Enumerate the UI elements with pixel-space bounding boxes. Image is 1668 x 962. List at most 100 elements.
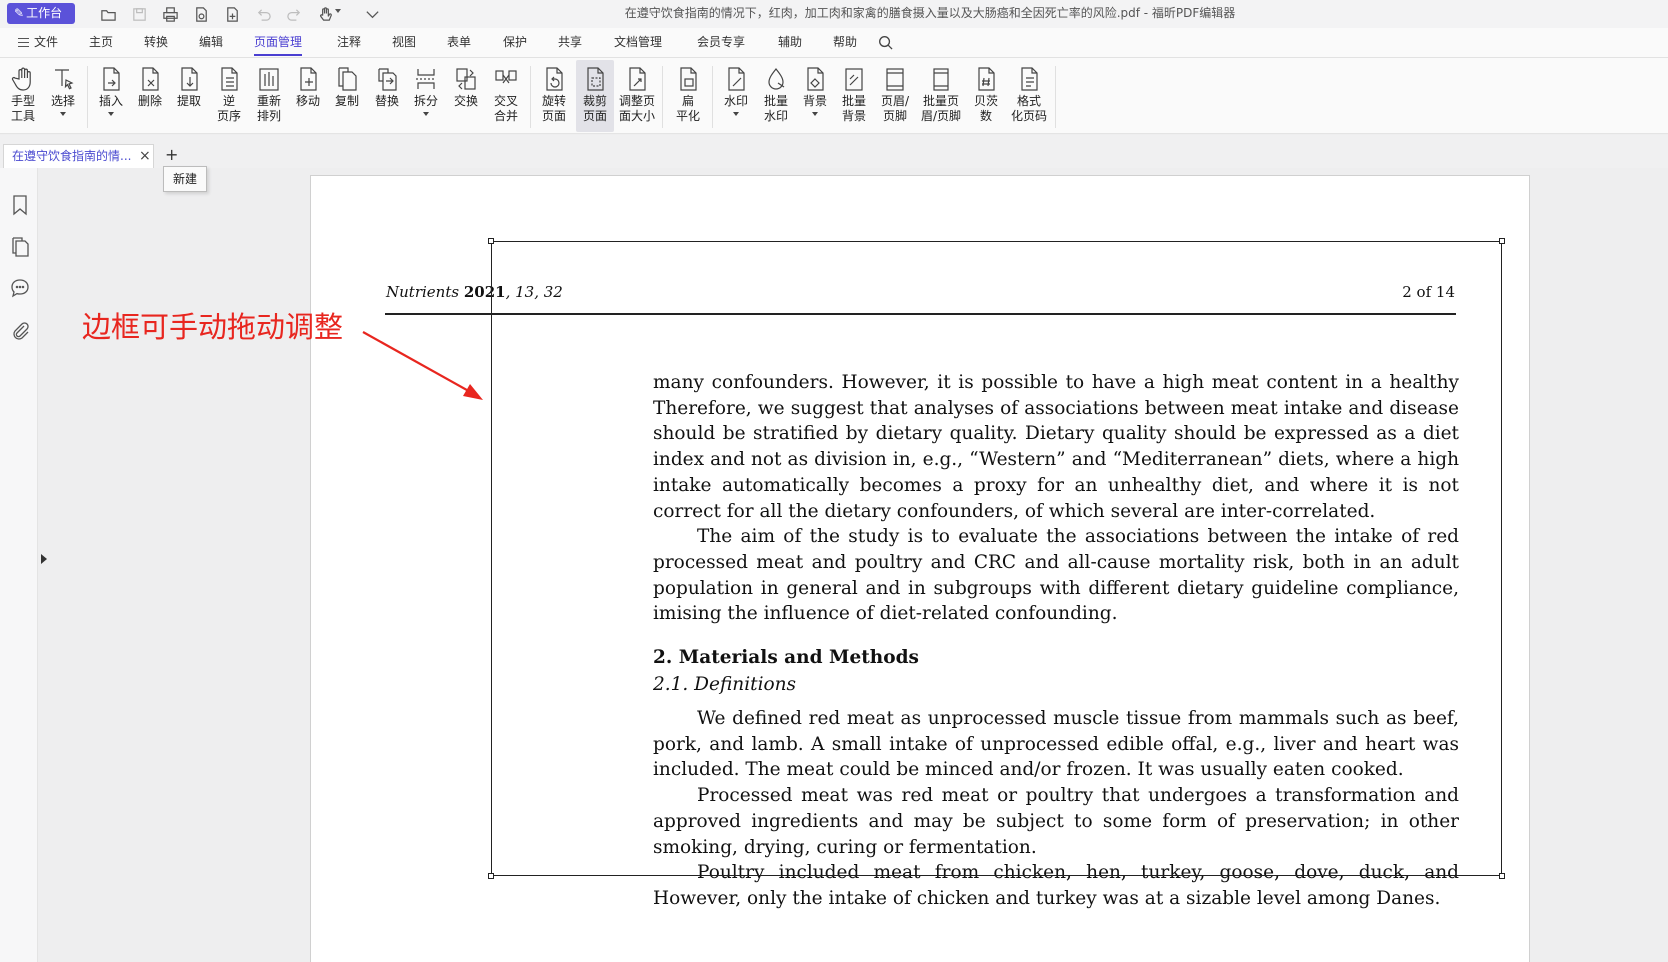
rotate-page-icon [546, 67, 563, 91]
replace-page-label: 替换 [374, 94, 399, 108]
select-tool-label: 选择 [50, 94, 75, 108]
background-icon [807, 67, 824, 91]
cross-merge-icon [495, 70, 517, 84]
menu-edit[interactable]: 编辑 [199, 28, 223, 57]
search-icon[interactable] [878, 35, 893, 50]
hand-tool-button[interactable]: 手型 工具 [6, 60, 40, 132]
new-tab-icon[interactable]: + [165, 147, 178, 163]
undo-icon[interactable] [254, 5, 272, 23]
expand-panel-icon[interactable] [41, 554, 47, 564]
ribbon-separator [662, 66, 663, 128]
cross-merge-button[interactable]: 交叉 合并 [489, 60, 523, 132]
crop-box[interactable] [488, 238, 1505, 879]
menu-form[interactable]: 表单 [447, 28, 471, 57]
crop-handle-bottom-right[interactable] [1499, 873, 1505, 879]
page-view-icon[interactable] [192, 5, 210, 23]
delete-page-icon [142, 67, 159, 91]
open-folder-icon[interactable] [99, 5, 117, 23]
resize-page-button[interactable]: 调整页 面大小 [617, 60, 657, 132]
print-icon[interactable] [161, 5, 179, 23]
insert-page-icon [103, 67, 120, 91]
batch-watermark-button[interactable]: 批量 水印 [758, 60, 794, 132]
crop-page-icon [587, 67, 604, 91]
menu-home[interactable]: 主页 [89, 28, 113, 57]
new-tab-tooltip: 新建 [163, 166, 207, 192]
menu-document-management[interactable]: 文档管理 [614, 28, 662, 57]
close-tab-icon[interactable]: × [139, 149, 151, 163]
select-text-icon [55, 69, 74, 90]
rearrange-label: 重新 排列 [256, 94, 281, 123]
customize-dropdown-icon[interactable] [363, 5, 381, 23]
hand-dropdown-icon[interactable] [316, 5, 334, 23]
format-page-number-button[interactable]: 格式 化页码 [1008, 60, 1050, 132]
replace-page-button[interactable]: 替换 [371, 60, 403, 132]
save-icon[interactable] [130, 5, 148, 23]
batch-watermark-icon [768, 68, 785, 90]
document-tab[interactable]: 在遵守饮食指南的情... [3, 144, 154, 168]
background-caret-icon [812, 112, 818, 116]
extract-page-button[interactable]: 提取 [173, 60, 205, 132]
insert-caret-icon [108, 112, 114, 116]
hand-caret-icon[interactable] [335, 9, 341, 13]
batch-background-button[interactable]: 批量 背景 [837, 60, 871, 132]
crop-handle-top-right[interactable] [1499, 238, 1505, 244]
split-label: 拆分 [413, 94, 438, 108]
menu-annotate[interactable]: 注释 [337, 28, 361, 57]
resize-page-label: 调整页 面大小 [618, 94, 655, 123]
rotate-page-label: 旋转 页面 [541, 94, 566, 123]
new-file-icon[interactable] [223, 5, 241, 23]
move-page-label: 移动 [295, 94, 320, 108]
ribbon-separator [712, 66, 713, 128]
move-page-button[interactable]: 移动 [292, 60, 324, 132]
menu-view[interactable]: 视图 [392, 28, 416, 57]
menu-convert[interactable]: 转换 [144, 28, 168, 57]
attachment-icon[interactable] [10, 320, 30, 342]
insert-page-button[interactable]: 插入 [95, 60, 127, 132]
bates-number-icon [978, 67, 995, 91]
comment-icon[interactable] [10, 277, 30, 299]
menu-share[interactable]: 共享 [558, 28, 582, 57]
rearrange-icon [259, 68, 279, 91]
pages-icon[interactable] [10, 236, 30, 258]
header-footer-button[interactable]: 页眉/ 页脚 [876, 60, 914, 132]
menu-help[interactable]: 帮助 [833, 28, 857, 57]
menu-page-management[interactable]: 页面管理 [254, 28, 303, 57]
rearrange-button[interactable]: 重新 排列 [251, 60, 287, 132]
swap-page-icon [456, 68, 476, 90]
rotate-page-button[interactable]: 旋转 页面 [535, 60, 573, 132]
menu-assist[interactable]: 辅助 [778, 28, 802, 57]
menu-bar: 文件 主页 转换 编辑 页面管理 注释 视图 表单 保护 共享 文档管理 会员专… [0, 28, 1668, 58]
copy-page-button[interactable]: 复制 [331, 60, 363, 132]
bates-number-button[interactable]: 贝茨 数 [968, 60, 1004, 132]
split-caret-icon [423, 112, 429, 116]
split-button[interactable]: 拆分 [410, 60, 442, 132]
background-label: 背景 [802, 94, 827, 108]
format-page-number-label: 格式 化页码 [1010, 94, 1047, 123]
flatten-button[interactable]: 扁 平化 [671, 60, 705, 132]
background-button[interactable]: 背景 [798, 60, 832, 132]
select-caret-icon [60, 112, 66, 116]
bookmark-icon[interactable] [10, 194, 30, 216]
reverse-order-label: 逆 页序 [216, 94, 241, 123]
batch-header-footer-button[interactable]: 批量页 眉/页脚 [918, 60, 964, 132]
watermark-caret-icon [733, 112, 739, 116]
crop-handle-top-left[interactable] [488, 238, 494, 244]
ribbon-separator [530, 66, 531, 128]
title-bar: ✎ 工作台 在遵守饮食指南的情况下，红肉，加工肉和家禽的膳食摄入量以及大肠癌和全因… [0, 0, 1668, 28]
delete-page-button[interactable]: 删除 [134, 60, 166, 132]
workbench-button[interactable]: ✎ 工作台 [7, 3, 75, 24]
swap-page-button[interactable]: 交换 [450, 60, 482, 132]
menu-file[interactable]: 文件 [18, 28, 58, 57]
flatten-icon [680, 67, 697, 91]
menu-member[interactable]: 会员专享 [697, 28, 745, 57]
menu-protect[interactable]: 保护 [503, 28, 527, 57]
ribbon-separator [87, 66, 88, 128]
redo-icon[interactable] [285, 5, 303, 23]
crop-handle-bottom-left[interactable] [488, 873, 494, 879]
batch-header-footer-label: 批量页 眉/页脚 [920, 94, 962, 123]
document-tab-bar: 在遵守饮食指南的情... × + [0, 135, 1668, 168]
reverse-order-button[interactable]: 逆 页序 [212, 60, 246, 132]
crop-page-button[interactable]: 裁剪 页面 [576, 60, 614, 132]
select-tool-button[interactable]: 选择 [46, 60, 80, 132]
watermark-button[interactable]: 水印 [719, 60, 753, 132]
